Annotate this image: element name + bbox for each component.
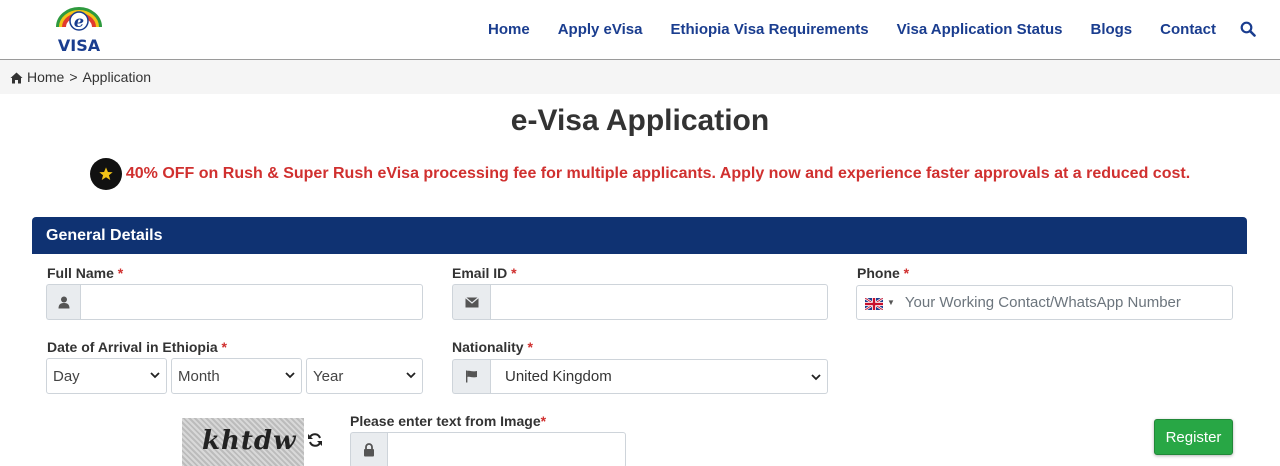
full-name-label-text: Full Name (47, 265, 114, 281)
full-name-group (46, 284, 423, 320)
arrival-label-text: Date of Arrival in Ethiopia (47, 339, 218, 355)
nav-application-status[interactable]: Visa Application Status (897, 21, 1063, 38)
nationality-label-text: Nationality (452, 339, 524, 355)
nationality-select[interactable]: United Kingdom (490, 359, 828, 394)
arrival-month-value: Month (178, 367, 220, 385)
required-mark: * (221, 339, 227, 355)
logo-letter: e (74, 12, 84, 31)
chevron-down-icon (811, 374, 821, 381)
nationality-group: United Kingdom (452, 359, 828, 394)
phone-placeholder: Your Working Contact/WhatsApp Number (904, 294, 1181, 311)
search-icon[interactable] (1240, 21, 1256, 37)
nav-visa-requirements[interactable]: Ethiopia Visa Requirements (670, 21, 868, 38)
email-input[interactable] (490, 284, 828, 320)
breadcrumb-separator: > (69, 69, 78, 85)
nav-home[interactable]: Home (488, 21, 530, 38)
flag-icon (452, 359, 490, 394)
general-details-heading: General Details (32, 217, 1247, 254)
promo-banner: 40% OFF on Rush & Super Rush eVisa proce… (0, 158, 1280, 190)
captcha-group (350, 432, 626, 466)
arrival-year-value: Year (313, 367, 344, 385)
star-icon (89, 158, 122, 190)
user-icon (46, 284, 80, 320)
chevron-down-icon (285, 372, 295, 379)
arrival-year-select[interactable]: Year (306, 358, 423, 394)
email-label-text: Email ID (452, 265, 508, 281)
breadcrumb: Home > Application (0, 60, 1280, 94)
required-mark: * (511, 265, 517, 281)
email-label: Email ID * (452, 265, 517, 281)
captcha-image: khtdw (182, 418, 304, 466)
caret-down-icon[interactable]: ▼ (887, 298, 895, 307)
breadcrumb-current: Application (82, 69, 152, 85)
main-nav: Home Apply eVisa Ethiopia Visa Requireme… (488, 0, 1280, 58)
site-header: e VISA Home Apply eVisa Ethiopia Visa Re… (0, 0, 1280, 60)
nationality-label: Nationality * (452, 339, 533, 355)
arrival-label: Date of Arrival in Ethiopia * (47, 339, 227, 355)
required-mark: * (117, 265, 124, 281)
phone-input[interactable]: ▼ Your Working Contact/WhatsApp Number (856, 285, 1233, 320)
home-icon (10, 71, 23, 84)
nav-contact[interactable]: Contact (1160, 21, 1216, 38)
page-title: e-Visa Application (510, 104, 770, 137)
required-mark: * (527, 339, 533, 355)
arrival-day-select[interactable]: Day (46, 358, 167, 394)
phone-label-text: Phone (857, 265, 900, 281)
breadcrumb-home[interactable]: Home (27, 69, 64, 85)
arrival-month-select[interactable]: Month (171, 358, 302, 394)
full-name-input[interactable] (80, 284, 423, 320)
envelope-icon (452, 284, 490, 320)
nav-blogs[interactable]: Blogs (1090, 21, 1132, 38)
register-button[interactable]: Register (1154, 419, 1233, 455)
refresh-icon[interactable] (307, 432, 323, 448)
promo-text: 40% OFF on Rush & Super Rush eVisa proce… (125, 165, 1191, 182)
required-mark: * (540, 413, 547, 429)
email-group (452, 284, 828, 320)
nationality-value: United Kingdom (505, 368, 612, 385)
phone-label: Phone * (857, 265, 909, 281)
lock-icon (350, 432, 387, 466)
nav-apply-evisa[interactable]: Apply eVisa (558, 21, 643, 38)
chevron-down-icon (150, 372, 160, 379)
logo-text: VISA (58, 36, 101, 55)
uk-flag-icon[interactable] (864, 296, 884, 311)
full-name-label: Full Name * (47, 265, 123, 281)
required-mark: * (903, 265, 910, 281)
captcha-text: khtdw (202, 426, 297, 456)
captcha-label-text: Please enter text from Image (350, 413, 541, 429)
chevron-down-icon (406, 372, 416, 379)
captcha-label: Please enter text from Image* (350, 413, 546, 429)
captcha-input[interactable] (387, 432, 626, 466)
arrival-day-value: Day (53, 367, 80, 385)
site-logo[interactable]: e VISA (46, 3, 112, 55)
